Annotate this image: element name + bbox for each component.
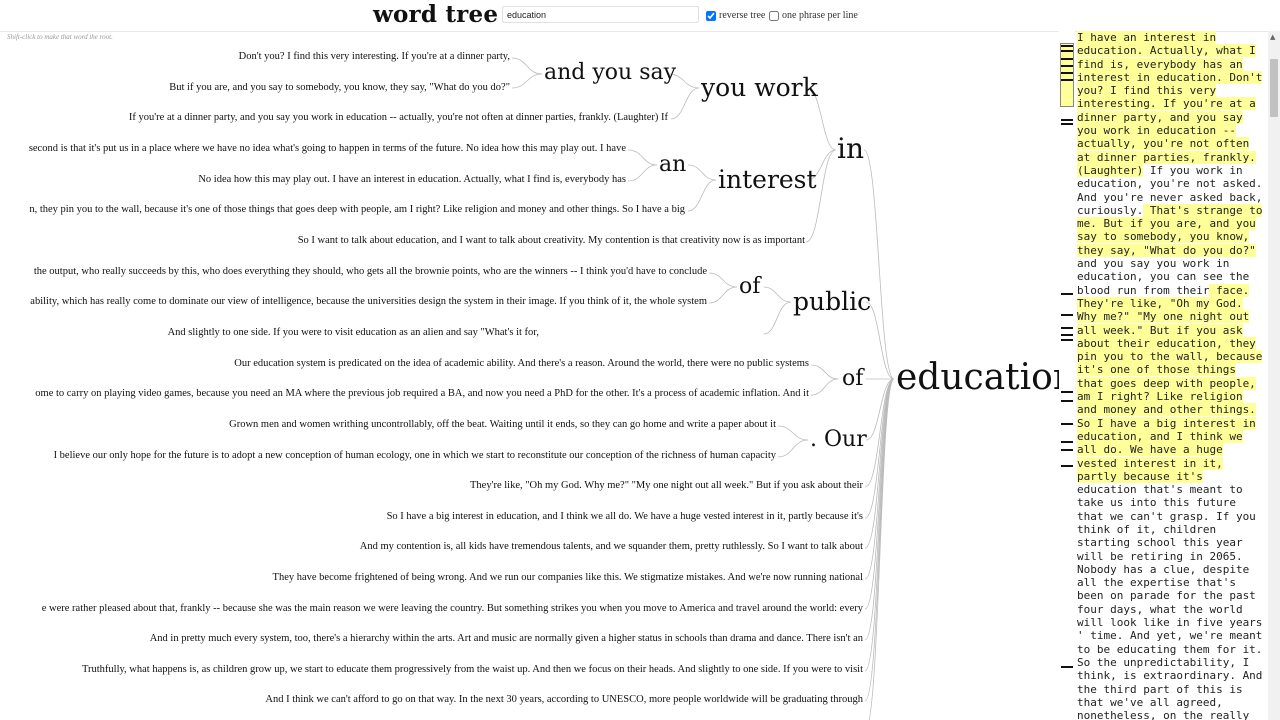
context-phrase[interactable]: ability, which has really come to domina… xyxy=(30,296,707,307)
reverse-tree-checkbox[interactable] xyxy=(706,10,716,21)
source-text-pane[interactable]: I have an interest in education. Actuall… xyxy=(1077,31,1263,720)
minimap-mark xyxy=(1061,314,1073,316)
one-phrase-label: one phrase per line xyxy=(782,10,858,21)
tree-node-of[interactable]: of xyxy=(739,276,760,298)
minimap-mark xyxy=(1061,65,1073,67)
minimap-mark xyxy=(1061,119,1073,121)
tree-node-our[interactable]: . Our xyxy=(810,429,867,451)
context-phrase[interactable]: second is that it's put us in a place wh… xyxy=(29,143,626,154)
context-phrase[interactable]: n, they pin you to the wall, because it'… xyxy=(29,204,685,215)
reverse-tree-label: reverse tree xyxy=(719,10,766,21)
context-phrase[interactable]: If you're at a dinner party, and you say… xyxy=(129,112,668,123)
context-phrase[interactable]: But if you are, and you say to somebody,… xyxy=(169,82,510,93)
minimap-mark xyxy=(1061,123,1073,125)
source-text: I have an interest in education. Actuall… xyxy=(1077,31,1263,720)
tree-node-public[interactable]: public xyxy=(793,289,871,314)
tree-node-in[interactable]: in xyxy=(837,135,864,163)
context-phrase[interactable]: I believe our only hope for the future i… xyxy=(54,450,776,461)
context-phrase[interactable]: Grown men and women writhing uncontrolla… xyxy=(229,419,776,430)
word-tree: Don't you? I find this very interesting.… xyxy=(0,31,1076,720)
minimap-mark xyxy=(1061,423,1073,425)
toolbar: word tree reverse tree one phrase per li… xyxy=(0,0,1280,32)
search-input[interactable] xyxy=(502,6,699,23)
context-phrase[interactable]: No idea how this may play out. I have an… xyxy=(198,174,626,185)
one-phrase-checkbox[interactable] xyxy=(769,10,779,21)
app-title: word tree xyxy=(373,1,499,28)
document-minimap[interactable] xyxy=(1059,31,1075,720)
minimap-mark xyxy=(1061,449,1073,451)
context-phrase[interactable]: e were rather pleased about that, frankl… xyxy=(42,603,863,614)
context-phrase[interactable]: They're like, "Oh my God. Why me?" "My o… xyxy=(470,480,863,491)
tree-node-you-work[interactable]: you work xyxy=(701,75,818,100)
highlighted-text: face. They're like, "Oh my God. Why me?"… xyxy=(1077,283,1263,483)
minimap-mark xyxy=(1061,45,1073,47)
scroll-up-arrow-icon[interactable]: ▲ xyxy=(1270,33,1275,41)
tree-node-of[interactable]: of xyxy=(842,368,863,390)
minimap-mark xyxy=(1061,441,1073,443)
minimap-mark xyxy=(1061,293,1073,295)
context-phrase[interactable]: And in pretty much every system, too, th… xyxy=(150,633,863,644)
context-phrase[interactable]: Our education system is predicated on th… xyxy=(234,358,809,369)
minimap-mark xyxy=(1061,400,1073,402)
minimap-mark xyxy=(1061,391,1073,393)
context-phrase[interactable]: So I want to talk about education, and I… xyxy=(298,235,805,246)
minimap-mark xyxy=(1061,72,1073,74)
minimap-mark xyxy=(1061,327,1073,329)
reverse-tree-option[interactable]: reverse tree xyxy=(706,10,765,21)
minimap-mark xyxy=(1061,465,1073,467)
context-phrase[interactable]: Truthfully, what happens is, as children… xyxy=(82,664,863,675)
context-phrase[interactable]: So I have a big interest in education, a… xyxy=(387,511,863,522)
minimap-mark xyxy=(1061,58,1073,60)
tree-node-an[interactable]: an xyxy=(659,154,686,176)
highlighted-text: I have an interest in education. Actuall… xyxy=(1077,31,1263,177)
minimap-mark xyxy=(1061,339,1073,341)
context-phrase[interactable]: And slightly to one side. If you were to… xyxy=(168,327,539,338)
context-phrase[interactable]: ome to carry on playing video games, bec… xyxy=(35,388,809,399)
one-phrase-option[interactable]: one phrase per line xyxy=(769,10,858,21)
minimap-mark xyxy=(1061,666,1073,668)
minimap-mark xyxy=(1061,79,1073,81)
minimap-mark xyxy=(1061,334,1073,336)
minimap-mark xyxy=(1061,50,1073,52)
context-phrase[interactable]: Don't you? I find this very interesting.… xyxy=(239,51,510,62)
scrollbar-thumb[interactable] xyxy=(1270,59,1278,117)
minimap-viewport[interactable] xyxy=(1060,43,1074,107)
context-phrase[interactable]: They have become frightened of being wro… xyxy=(273,572,863,583)
tree-node-interest[interactable]: interest xyxy=(718,167,817,192)
plain-text: education that's meant to take us into t… xyxy=(1077,483,1263,720)
tree-root-word[interactable]: education xyxy=(896,360,1076,396)
tree-node-and-you-say[interactable]: and you say xyxy=(544,62,676,84)
text-pane-scrollbar[interactable]: ▲ xyxy=(1268,31,1280,720)
context-phrase[interactable]: the output, who really succeeds by this,… xyxy=(34,266,707,277)
context-phrase[interactable]: And my contention is, all kids have trem… xyxy=(360,541,863,552)
context-phrase[interactable]: And I think we can't afford to go on tha… xyxy=(265,694,863,705)
